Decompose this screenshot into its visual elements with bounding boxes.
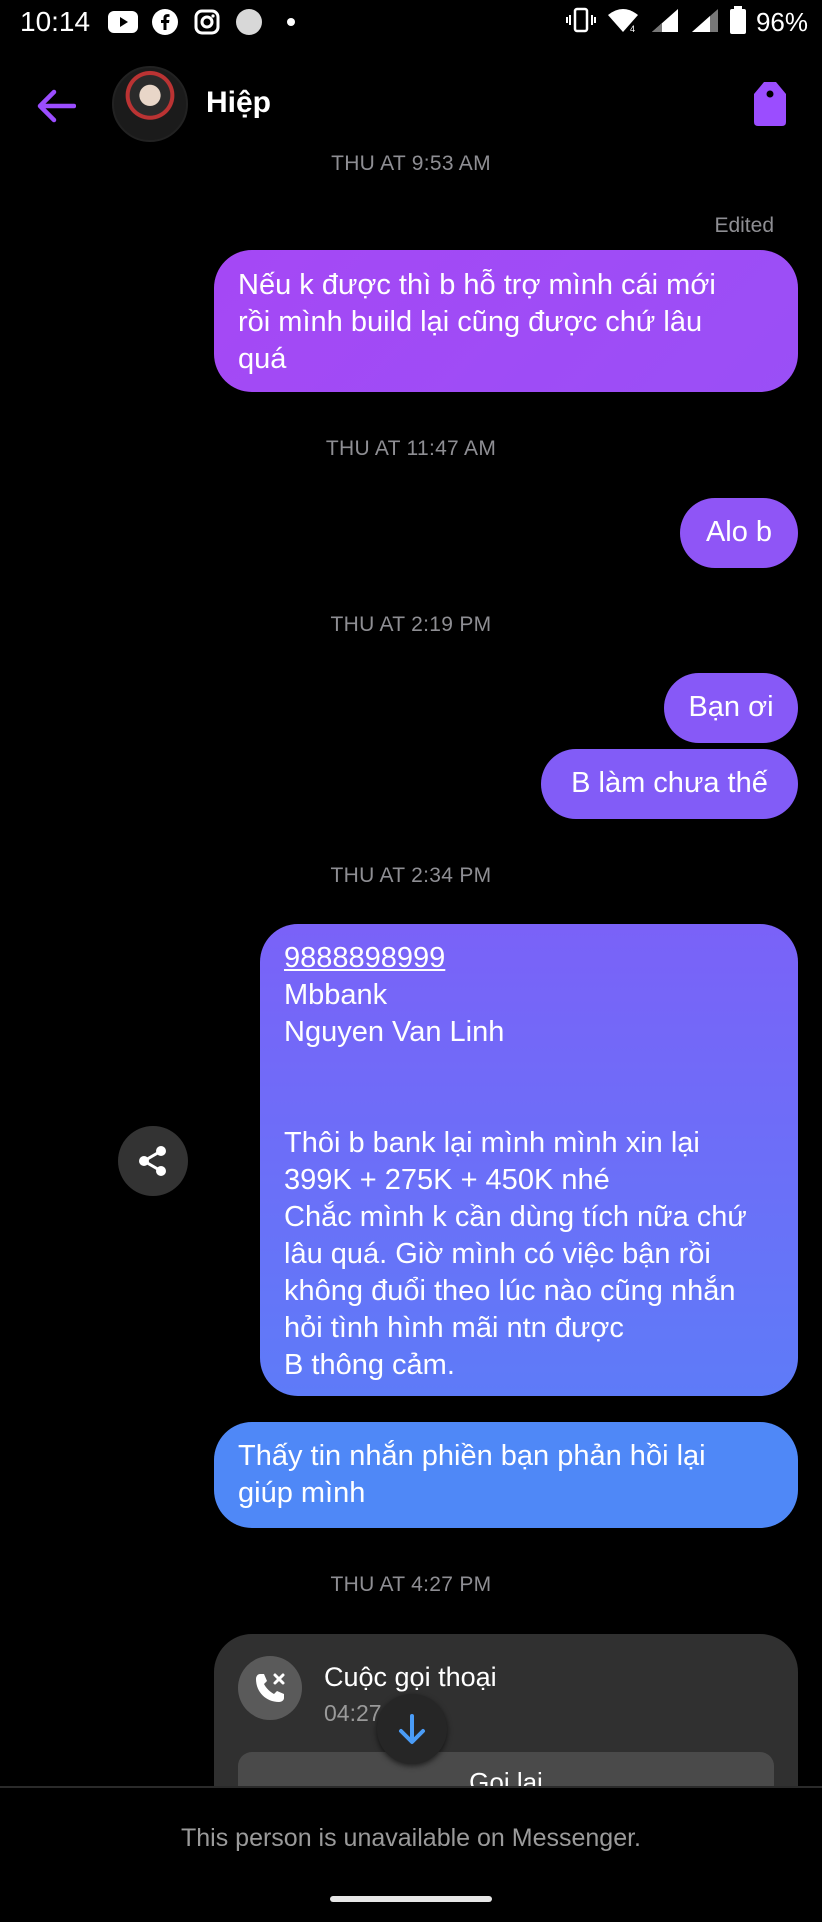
dot-icon (276, 8, 306, 36)
message-line: quá (238, 343, 287, 375)
wifi-icon: 4 (606, 7, 640, 38)
vibrate-icon (565, 7, 596, 38)
message-bubble[interactable]: Alo b (680, 498, 798, 568)
message-line: hỏi tình hình mãi ntn được (284, 1312, 624, 1344)
message-bubble[interactable]: Thấy tin nhắn phiền bạn phản hồi lại giú… (214, 1422, 798, 1528)
timestamp: THU AT 4:27 PM (330, 1573, 492, 1596)
facebook-icon (150, 8, 180, 36)
call-time: 04:27 (324, 1700, 382, 1726)
message-line: Nếu k được thì b hỗ trợ mình cái mới (238, 269, 716, 301)
message-line: lâu quá. Giờ mình có việc bận rồi (284, 1238, 711, 1270)
avatar[interactable] (112, 66, 188, 142)
system-icons: 4 96% (565, 6, 808, 39)
tag-icon (754, 82, 786, 126)
timestamp: THU AT 9:53 AM (331, 152, 491, 175)
timestamp: THU AT 11:47 AM (325, 437, 497, 460)
message-text: Bạn ơi (688, 691, 774, 723)
message-bubble[interactable]: Nếu k được thì b hỗ trợ mình cái mới rồi… (214, 250, 798, 392)
status-time: 10:14 (20, 6, 91, 37)
message-line: không đuổi theo lúc nào cũng nhắn (284, 1275, 736, 1307)
svg-text:4: 4 (630, 24, 635, 33)
message-text: B làm chưa thế (571, 767, 768, 799)
arrow-down-icon (399, 1714, 425, 1744)
arrow-left-icon (37, 89, 76, 123)
instagram-icon (192, 8, 222, 36)
message-line: 399K + 275K + 450K nhé (284, 1164, 610, 1196)
missed-call-icon (238, 1656, 302, 1720)
share-icon (139, 1146, 166, 1176)
youtube-icon (108, 8, 138, 36)
unavailable-notice: This person is unavailable on Messenger. (181, 1824, 641, 1852)
contact-name[interactable]: Hiệp (206, 86, 271, 120)
message-line: Mbbank (284, 979, 388, 1011)
signal-icon-2 (690, 7, 720, 38)
home-indicator[interactable] (330, 1896, 492, 1902)
conversation-header: Hiệp (0, 62, 822, 152)
timestamp: THU AT 2:34 PM (330, 864, 492, 887)
account-number-link[interactable]: 9888898999 (284, 940, 774, 977)
status-bar: 10:14 4 96% (0, 0, 822, 44)
message-line: Nguyen Van Linh (284, 1016, 505, 1048)
tag-button[interactable] (748, 78, 792, 128)
message-line: rồi mình build lại cũng được chứ lâu (238, 306, 703, 338)
edited-label: Edited (714, 214, 774, 237)
notification-icons (108, 8, 306, 36)
message-line: Chắc mình k cần dùng tích nữa chứ (284, 1201, 747, 1233)
signal-icon (650, 7, 680, 38)
message-line: Thôi b bank lại mình mình xin lại (284, 1127, 700, 1159)
circle-icon (234, 8, 264, 36)
message-line: giúp mình (238, 1477, 366, 1509)
message-line: B thông cảm. (284, 1349, 455, 1381)
call-title: Cuộc gọi thoại (324, 1662, 497, 1692)
message-bubble[interactable]: B làm chưa thế (541, 749, 798, 819)
battery-icon (729, 6, 746, 39)
back-button[interactable] (30, 80, 82, 132)
share-button[interactable] (118, 1126, 188, 1196)
scroll-to-bottom-button[interactable] (377, 1694, 447, 1764)
message-line: Thấy tin nhắn phiền bạn phản hồi lại (238, 1440, 706, 1472)
timestamp: THU AT 2:19 PM (330, 613, 492, 636)
message-bubble[interactable]: Bạn ơi (664, 673, 798, 743)
message-bubble[interactable]: 9888898999 Mbbank Nguyen Van Linh Thôi b… (260, 924, 798, 1396)
message-text: Alo b (705, 516, 773, 548)
battery-percent: 96% (755, 7, 808, 37)
